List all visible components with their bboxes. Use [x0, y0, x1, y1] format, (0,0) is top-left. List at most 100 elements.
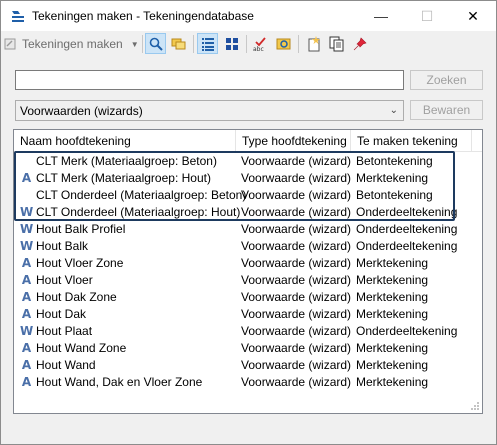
- cell-type: Voorwaarde (wizard): [241, 205, 352, 219]
- cell-type: Voorwaarde (wizard): [241, 358, 352, 372]
- resize-grip-icon[interactable]: [470, 401, 480, 411]
- cell-name-text: Hout Dak: [36, 307, 87, 321]
- table-row[interactable]: CLT Merk (Materiaalgroep: Beton) Voorwaar…: [14, 153, 482, 170]
- table-row[interactable]: A Hout Dak Zone Voorwaarde (wizard) Merktek…: [14, 289, 482, 306]
- cell-name: A CLT Merk (Materiaalgroep: Hout): [20, 171, 211, 185]
- spellcheck-button[interactable]: abc: [250, 33, 271, 54]
- table-row[interactable]: W CLT Onderdeel (Materiaalgroep: Hout) Voo…: [14, 204, 482, 221]
- list-header: Naam hoofdtekening Type hoofdtekening Te…: [14, 130, 482, 152]
- cell-type: Voorwaarde (wizard): [241, 375, 352, 389]
- drawings-dropdown[interactable]: Tekeningen maken ▼: [4, 34, 139, 54]
- refresh-button[interactable]: [273, 33, 294, 54]
- cell-target: Merktekening: [356, 358, 429, 372]
- table-row[interactable]: A Hout Vloer Voorwaarde (wizard) Merktekeni…: [14, 272, 482, 289]
- assembly-drawing-icon: A: [21, 374, 32, 389]
- table-row[interactable]: W Hout Plaat Voorwaarde (wizard) Onderdeelt…: [14, 323, 482, 340]
- cell-name: CLT Merk (Materiaalgroep: Beton): [20, 154, 217, 168]
- cell-name: W CLT Onderdeel (Materiaalgroep: Hout): [20, 205, 240, 219]
- table-row[interactable]: W Hout Balk Profiel Voorwaarde (wizard) Ond…: [14, 221, 482, 238]
- table-row[interactable]: A Hout Wand, Dak en Vloer Zone Voorwaarde …: [14, 374, 482, 391]
- cell-name-text: Hout Plaat: [36, 324, 93, 338]
- copy-icon: [329, 36, 344, 51]
- cell-type: Voorwaarde (wizard): [241, 188, 352, 202]
- maximize-button[interactable]: ☐: [404, 1, 450, 31]
- copy-button[interactable]: [326, 33, 347, 54]
- refresh-icon: [276, 38, 290, 49]
- drawings-list[interactable]: Naam hoofdtekening Type hoofdtekening Te…: [13, 129, 483, 414]
- cell-name-text: Hout Balk: [36, 239, 89, 253]
- cell-name-text: Hout Wand, Dak en Vloer Zone: [36, 375, 203, 389]
- column-header-target[interactable]: Te maken tekening: [351, 130, 471, 152]
- cell-name: A Hout Dak: [20, 307, 86, 321]
- cell-name-text: CLT Onderdeel (Materiaalgroep: Beton): [36, 188, 247, 202]
- minimize-button[interactable]: —: [358, 1, 404, 31]
- table-row[interactable]: A Hout Wand Zone Voorwaarde (wizard) Merkte…: [14, 340, 482, 357]
- toolbar-separator: [142, 35, 143, 53]
- cell-target: Merktekening: [356, 307, 429, 321]
- cell-name-text: Hout Wand Zone: [36, 341, 127, 355]
- cell-name-text: Hout Dak Zone: [36, 290, 117, 304]
- cell-target: Merktekening: [356, 273, 429, 287]
- filter-select[interactable]: Voorwaarden (wizards) ⌄: [15, 100, 404, 121]
- search-toggle-button[interactable]: [145, 33, 166, 54]
- single-part-drawing-icon: W: [20, 221, 34, 236]
- new-item-button[interactable]: [303, 33, 324, 54]
- cell-name-text: Hout Balk Profiel: [36, 222, 126, 236]
- cell-name: A Hout Wand, Dak en Vloer Zone: [20, 375, 202, 389]
- cell-type: Voorwaarde (wizard): [241, 273, 352, 287]
- blank-icon: [20, 189, 33, 202]
- cell-name-text: Hout Wand: [36, 358, 96, 372]
- column-divider[interactable]: [471, 130, 472, 152]
- folders-button[interactable]: [168, 33, 189, 54]
- cell-name: W Hout Balk: [20, 239, 88, 253]
- cell-name-text: CLT Merk (Materiaalgroep: Hout): [36, 171, 211, 185]
- toolbar-separator: [193, 35, 194, 53]
- search-input[interactable]: [15, 70, 404, 90]
- search-button[interactable]: Zoeken: [410, 70, 483, 90]
- search-icon: [149, 37, 163, 51]
- chevron-down-icon: ▼: [130, 39, 139, 49]
- assembly-drawing-icon: A: [21, 289, 32, 304]
- single-part-drawing-icon: W: [20, 204, 34, 219]
- toolbar: Tekeningen maken ▼ abc: [1, 31, 496, 57]
- cell-type: Voorwaarde (wizard): [241, 290, 352, 304]
- cell-name: A Hout Wand: [20, 358, 96, 372]
- assembly-drawing-icon: A: [21, 272, 32, 287]
- cell-name: CLT Onderdeel (Materiaalgroep: Beton): [20, 188, 246, 202]
- spellcheck-icon: abc: [253, 36, 266, 52]
- title-bar[interactable]: Tekeningen maken - Tekeningendatabase — …: [1, 1, 496, 31]
- cell-name: A Hout Dak Zone: [20, 290, 117, 304]
- assembly-drawing-icon: A: [21, 340, 32, 355]
- column-header-type[interactable]: Type hoofdtekening: [236, 130, 350, 152]
- cell-target: Merktekening: [356, 341, 429, 355]
- dialog-window: Tekeningen maken - Tekeningendatabase — …: [0, 0, 497, 445]
- table-row[interactable]: W Hout Balk Voorwaarde (wizard) Onderdeelte…: [14, 238, 482, 255]
- maximize-icon: ☐: [420, 7, 434, 24]
- cell-name: A Hout Vloer: [20, 273, 93, 287]
- cell-type: Voorwaarde (wizard): [241, 307, 352, 321]
- column-header-name[interactable]: Naam hoofdtekening: [14, 130, 235, 152]
- table-row[interactable]: A Hout Vloer Zone Voorwaarde (wizard) Merkt…: [14, 255, 482, 272]
- table-row[interactable]: A Hout Dak Voorwaarde (wizard) Merktekening: [14, 306, 482, 323]
- cell-name: A Hout Wand Zone: [20, 341, 126, 355]
- cell-target: Betontekening: [356, 188, 433, 202]
- cell-type: Voorwaarde (wizard): [241, 256, 352, 270]
- cell-type: Voorwaarde (wizard): [241, 222, 352, 236]
- details-view-button[interactable]: [197, 33, 218, 54]
- app-icon: [10, 9, 26, 23]
- save-button[interactable]: Bewaren: [410, 100, 483, 120]
- blank-icon: [20, 155, 33, 168]
- pin-button[interactable]: [349, 33, 370, 54]
- toolbar-separator: [298, 35, 299, 53]
- cell-type: Voorwaarde (wizard): [241, 154, 352, 168]
- table-row[interactable]: A Hout Wand Voorwaarde (wizard) Merktekenin…: [14, 357, 482, 374]
- cell-name-text: CLT Merk (Materiaalgroep: Beton): [36, 154, 217, 168]
- tiles-view-button[interactable]: [221, 33, 242, 54]
- close-button[interactable]: ✕: [450, 1, 496, 31]
- single-part-drawing-icon: W: [20, 238, 34, 253]
- table-row[interactable]: A CLT Merk (Materiaalgroep: Hout) Voorwaar…: [14, 170, 482, 187]
- assembly-drawing-icon: A: [21, 170, 32, 185]
- cell-type: Voorwaarde (wizard): [241, 171, 352, 185]
- toolbar-separator: [246, 35, 247, 53]
- table-row[interactable]: CLT Onderdeel (Materiaalgroep: Beton) Voo…: [14, 187, 482, 204]
